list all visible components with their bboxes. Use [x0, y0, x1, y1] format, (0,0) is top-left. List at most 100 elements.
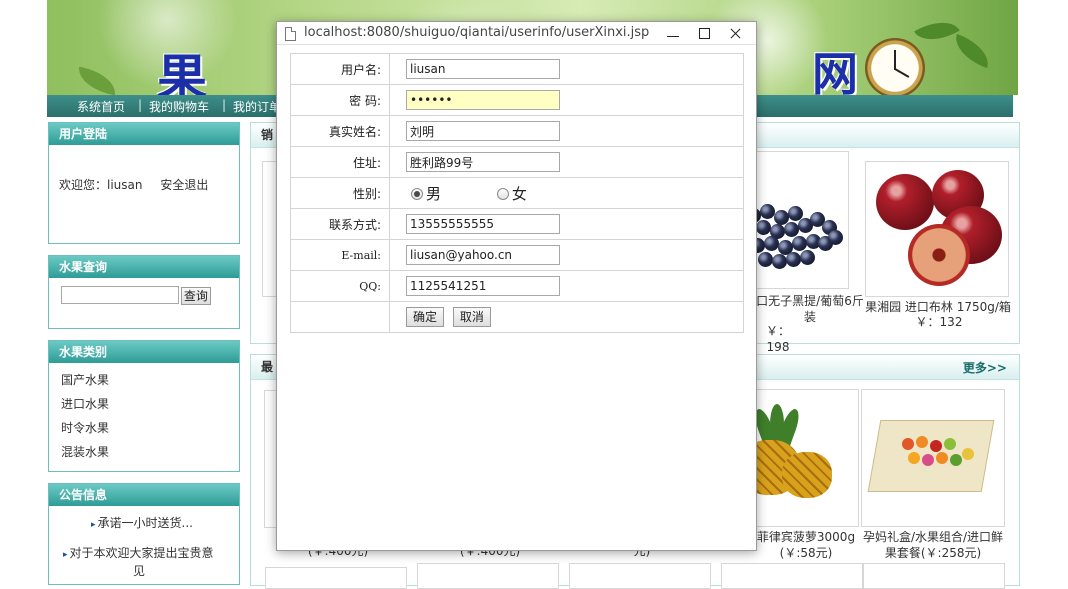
- user-info-form: 用户名: 密 码: 真实姓名: 住址: 性别: 男 女 联系方式: E-mai: [290, 53, 744, 333]
- phone-cell: [389, 208, 744, 240]
- user-info-popup: localhost:8080/shuiguo/qiantai/userinfo/…: [276, 21, 757, 551]
- leaf-decoration: [914, 11, 960, 51]
- nav-separator: |: [222, 98, 227, 112]
- product-name[interactable]: 孕妈礼盒/水果组合/进口鲜 果套餐(￥:258元): [857, 529, 1009, 561]
- notice-item-text: 对于本欢迎大家提出宝贵意: [69, 546, 214, 560]
- maximize-icon[interactable]: [687, 22, 721, 44]
- address-input[interactable]: [406, 152, 560, 172]
- password-input[interactable]: [406, 90, 560, 110]
- category-item-seasonal[interactable]: 时令水果: [61, 416, 227, 440]
- arrow-bullet-icon: ▸: [91, 520, 96, 530]
- more-link[interactable]: 更多>>: [963, 359, 1007, 376]
- category-panel: 水果类别 国产水果 进口水果 时令水果 混装水果: [48, 340, 240, 472]
- logout-link[interactable]: 安全退出: [160, 178, 208, 192]
- product-price: (￥:58元): [779, 546, 833, 560]
- fruit-search-input[interactable]: [61, 286, 179, 304]
- category-panel-title: 水果类别: [49, 341, 239, 363]
- category-item-domestic[interactable]: 国产水果: [61, 368, 227, 392]
- qq-cell: [389, 270, 744, 302]
- form-row-gender: 性别: 男 女: [290, 177, 744, 209]
- notice-list: ▸ 承诺一小时送货... ▸ 对于本欢迎大家提出宝贵意 见: [49, 506, 239, 582]
- email-input[interactable]: [406, 245, 560, 265]
- gender-female-label: 女: [511, 184, 527, 203]
- leaf-decoration: [949, 33, 995, 69]
- email-label: E-mail:: [290, 239, 390, 271]
- nav-home[interactable]: 系统首页: [77, 98, 125, 115]
- search-panel: 水果查询 查询: [48, 255, 240, 329]
- search-panel-title: 水果查询: [49, 256, 239, 278]
- gender-label: 性别:: [290, 177, 390, 209]
- form-row-phone: 联系方式:: [290, 208, 744, 240]
- qq-input[interactable]: [406, 276, 560, 296]
- password-cell: [389, 84, 744, 116]
- clock-icon: [865, 38, 925, 95]
- product-name-text: 口无子黑提/葡萄6斤: [756, 294, 864, 308]
- phone-label: 联系方式:: [290, 208, 390, 240]
- product-image[interactable]: [417, 563, 559, 589]
- arrow-bullet-icon: ▸: [63, 550, 68, 560]
- close-icon[interactable]: [718, 22, 752, 44]
- product-name[interactable]: 口无子黑提/葡萄6斤 装: [755, 293, 865, 325]
- nav-cart[interactable]: 我的购物车: [149, 98, 209, 115]
- actions-empty-cell: [290, 301, 390, 333]
- realname-input[interactable]: [406, 121, 560, 141]
- form-row-username: 用户名:: [290, 53, 744, 85]
- gender-female-option[interactable]: 女: [496, 183, 527, 204]
- gender-female-radio[interactable]: [496, 188, 509, 200]
- username-cell: [389, 53, 744, 85]
- product-image[interactable]: [721, 563, 863, 589]
- minimize-icon[interactable]: [656, 22, 690, 44]
- logged-username: liusan: [107, 178, 143, 192]
- login-panel: 用户登陆 欢迎您：liusan 安全退出: [48, 122, 240, 244]
- product-image-plums[interactable]: [865, 161, 1009, 297]
- popup-url: localhost:8080/shuiguo/qiantai/userinfo/…: [304, 25, 650, 40]
- gender-male-label: 男: [426, 184, 442, 203]
- realname-cell: [389, 115, 744, 147]
- gender-cell: 男 女: [389, 177, 744, 209]
- notice-item[interactable]: ▸ 承诺一小时送货...: [63, 512, 227, 536]
- cancel-button[interactable]: 取消: [452, 307, 491, 327]
- popup-titlebar[interactable]: localhost:8080/shuiguo/qiantai/userinfo/…: [277, 22, 756, 45]
- email-cell: [389, 239, 744, 271]
- gender-male-option[interactable]: 男: [411, 183, 441, 204]
- nav-orders[interactable]: 我的订单: [233, 98, 281, 115]
- page-icon: [285, 27, 296, 41]
- search-panel-body: 查询: [49, 278, 239, 313]
- product-image[interactable]: [863, 563, 1005, 589]
- welcome-text: 欢迎您：: [59, 178, 108, 192]
- product-image-gift-box[interactable]: [861, 389, 1005, 527]
- login-panel-title: 用户登陆: [49, 123, 239, 145]
- form-row-qq: QQ:: [290, 270, 744, 302]
- login-panel-body: 欢迎您：liusan 安全退出: [49, 145, 239, 199]
- product-price: ￥：132: [915, 315, 963, 329]
- actions-cell: 确定 取消: [389, 301, 744, 333]
- category-list: 国产水果 进口水果 时令水果 混装水果: [49, 363, 239, 469]
- notice-panel: 公告信息 ▸ 承诺一小时送货... ▸ 对于本欢迎大家提出宝贵意 见: [48, 483, 240, 585]
- phone-input[interactable]: [406, 214, 560, 234]
- category-item-mixed[interactable]: 混装水果: [61, 440, 227, 464]
- form-row-realname: 真实姓名:: [290, 115, 744, 147]
- product-image[interactable]: [569, 563, 711, 589]
- product-name[interactable]: 果湘园 进口布林 1750g/箱: [863, 299, 1013, 315]
- product-name-text: 装: [803, 310, 816, 324]
- notice-panel-title: 公告信息: [49, 484, 239, 506]
- form-row-address: 住址:: [290, 146, 744, 178]
- product-price: 果套餐(￥:258元): [884, 546, 982, 560]
- banner-title-end: 网: [812, 47, 858, 95]
- product-name[interactable]: 菲律宾菠萝3000g (￥:58元): [751, 529, 861, 561]
- username-input[interactable]: [406, 59, 560, 79]
- confirm-button[interactable]: 确定: [406, 307, 445, 327]
- product-name-text: 孕妈礼盒/水果组合/进口鲜: [862, 530, 1004, 544]
- qq-label: QQ:: [290, 270, 390, 302]
- search-button[interactable]: 查询: [180, 286, 211, 305]
- gender-male-radio[interactable]: [411, 188, 423, 200]
- form-row-actions: 确定 取消: [290, 301, 744, 333]
- address-label: 住址:: [290, 146, 390, 178]
- form-row-email: E-mail:: [290, 239, 744, 271]
- notice-item-text: 承诺一小时送货...: [97, 516, 193, 530]
- leaf-decoration: [75, 66, 119, 95]
- address-cell: [389, 146, 744, 178]
- form-row-password: 密 码:: [290, 84, 744, 116]
- category-item-imported[interactable]: 进口水果: [61, 392, 227, 416]
- product-image[interactable]: [265, 567, 407, 589]
